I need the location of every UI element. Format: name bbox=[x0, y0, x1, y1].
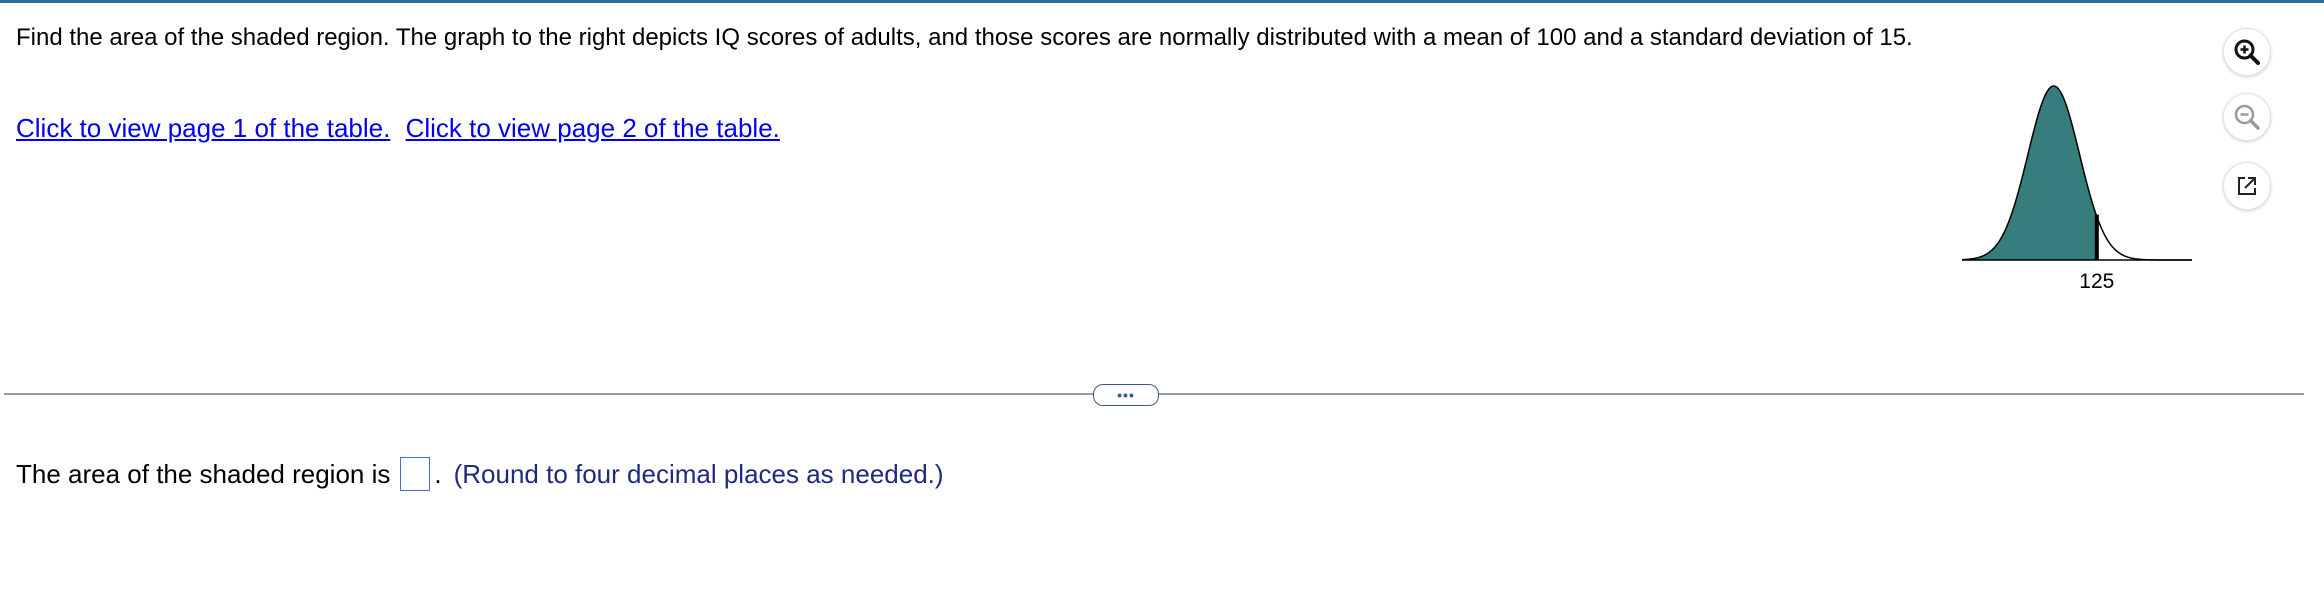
external-link-icon bbox=[2238, 177, 2256, 195]
table-links: Click to view page 1 of the table. Click… bbox=[16, 111, 780, 145]
zoom-out-icon bbox=[2234, 104, 2260, 130]
zoom-out-button[interactable] bbox=[2223, 93, 2271, 141]
rounding-hint: (Round to four decimal places as needed.… bbox=[453, 459, 944, 489]
view-table-page-1-link[interactable]: Click to view page 1 of the table. bbox=[16, 113, 390, 143]
zoom-in-button[interactable] bbox=[2223, 28, 2271, 76]
area-answer-input[interactable] bbox=[400, 457, 431, 491]
zoom-in-icon bbox=[2234, 39, 2260, 65]
shaded-region bbox=[1962, 86, 2097, 260]
normal-curve-graph bbox=[1961, 85, 2192, 261]
answer-row: The area of the shaded region is . (Roun… bbox=[16, 456, 944, 492]
normal-curve-figure: 125 bbox=[1954, 70, 2214, 310]
question-text: Find the area of the shaded region. The … bbox=[16, 24, 1913, 51]
view-table-page-2-link[interactable]: Click to view page 2 of the table. bbox=[406, 113, 780, 143]
top-border bbox=[0, 0, 2324, 3]
expand-more-button[interactable]: ••• bbox=[1093, 384, 1159, 406]
answer-prompt: The area of the shaded region is bbox=[16, 459, 391, 489]
answer-period: . bbox=[434, 459, 442, 489]
popout-button[interactable] bbox=[2223, 162, 2271, 210]
cutoff-tick-label: 125 bbox=[2079, 270, 2115, 293]
